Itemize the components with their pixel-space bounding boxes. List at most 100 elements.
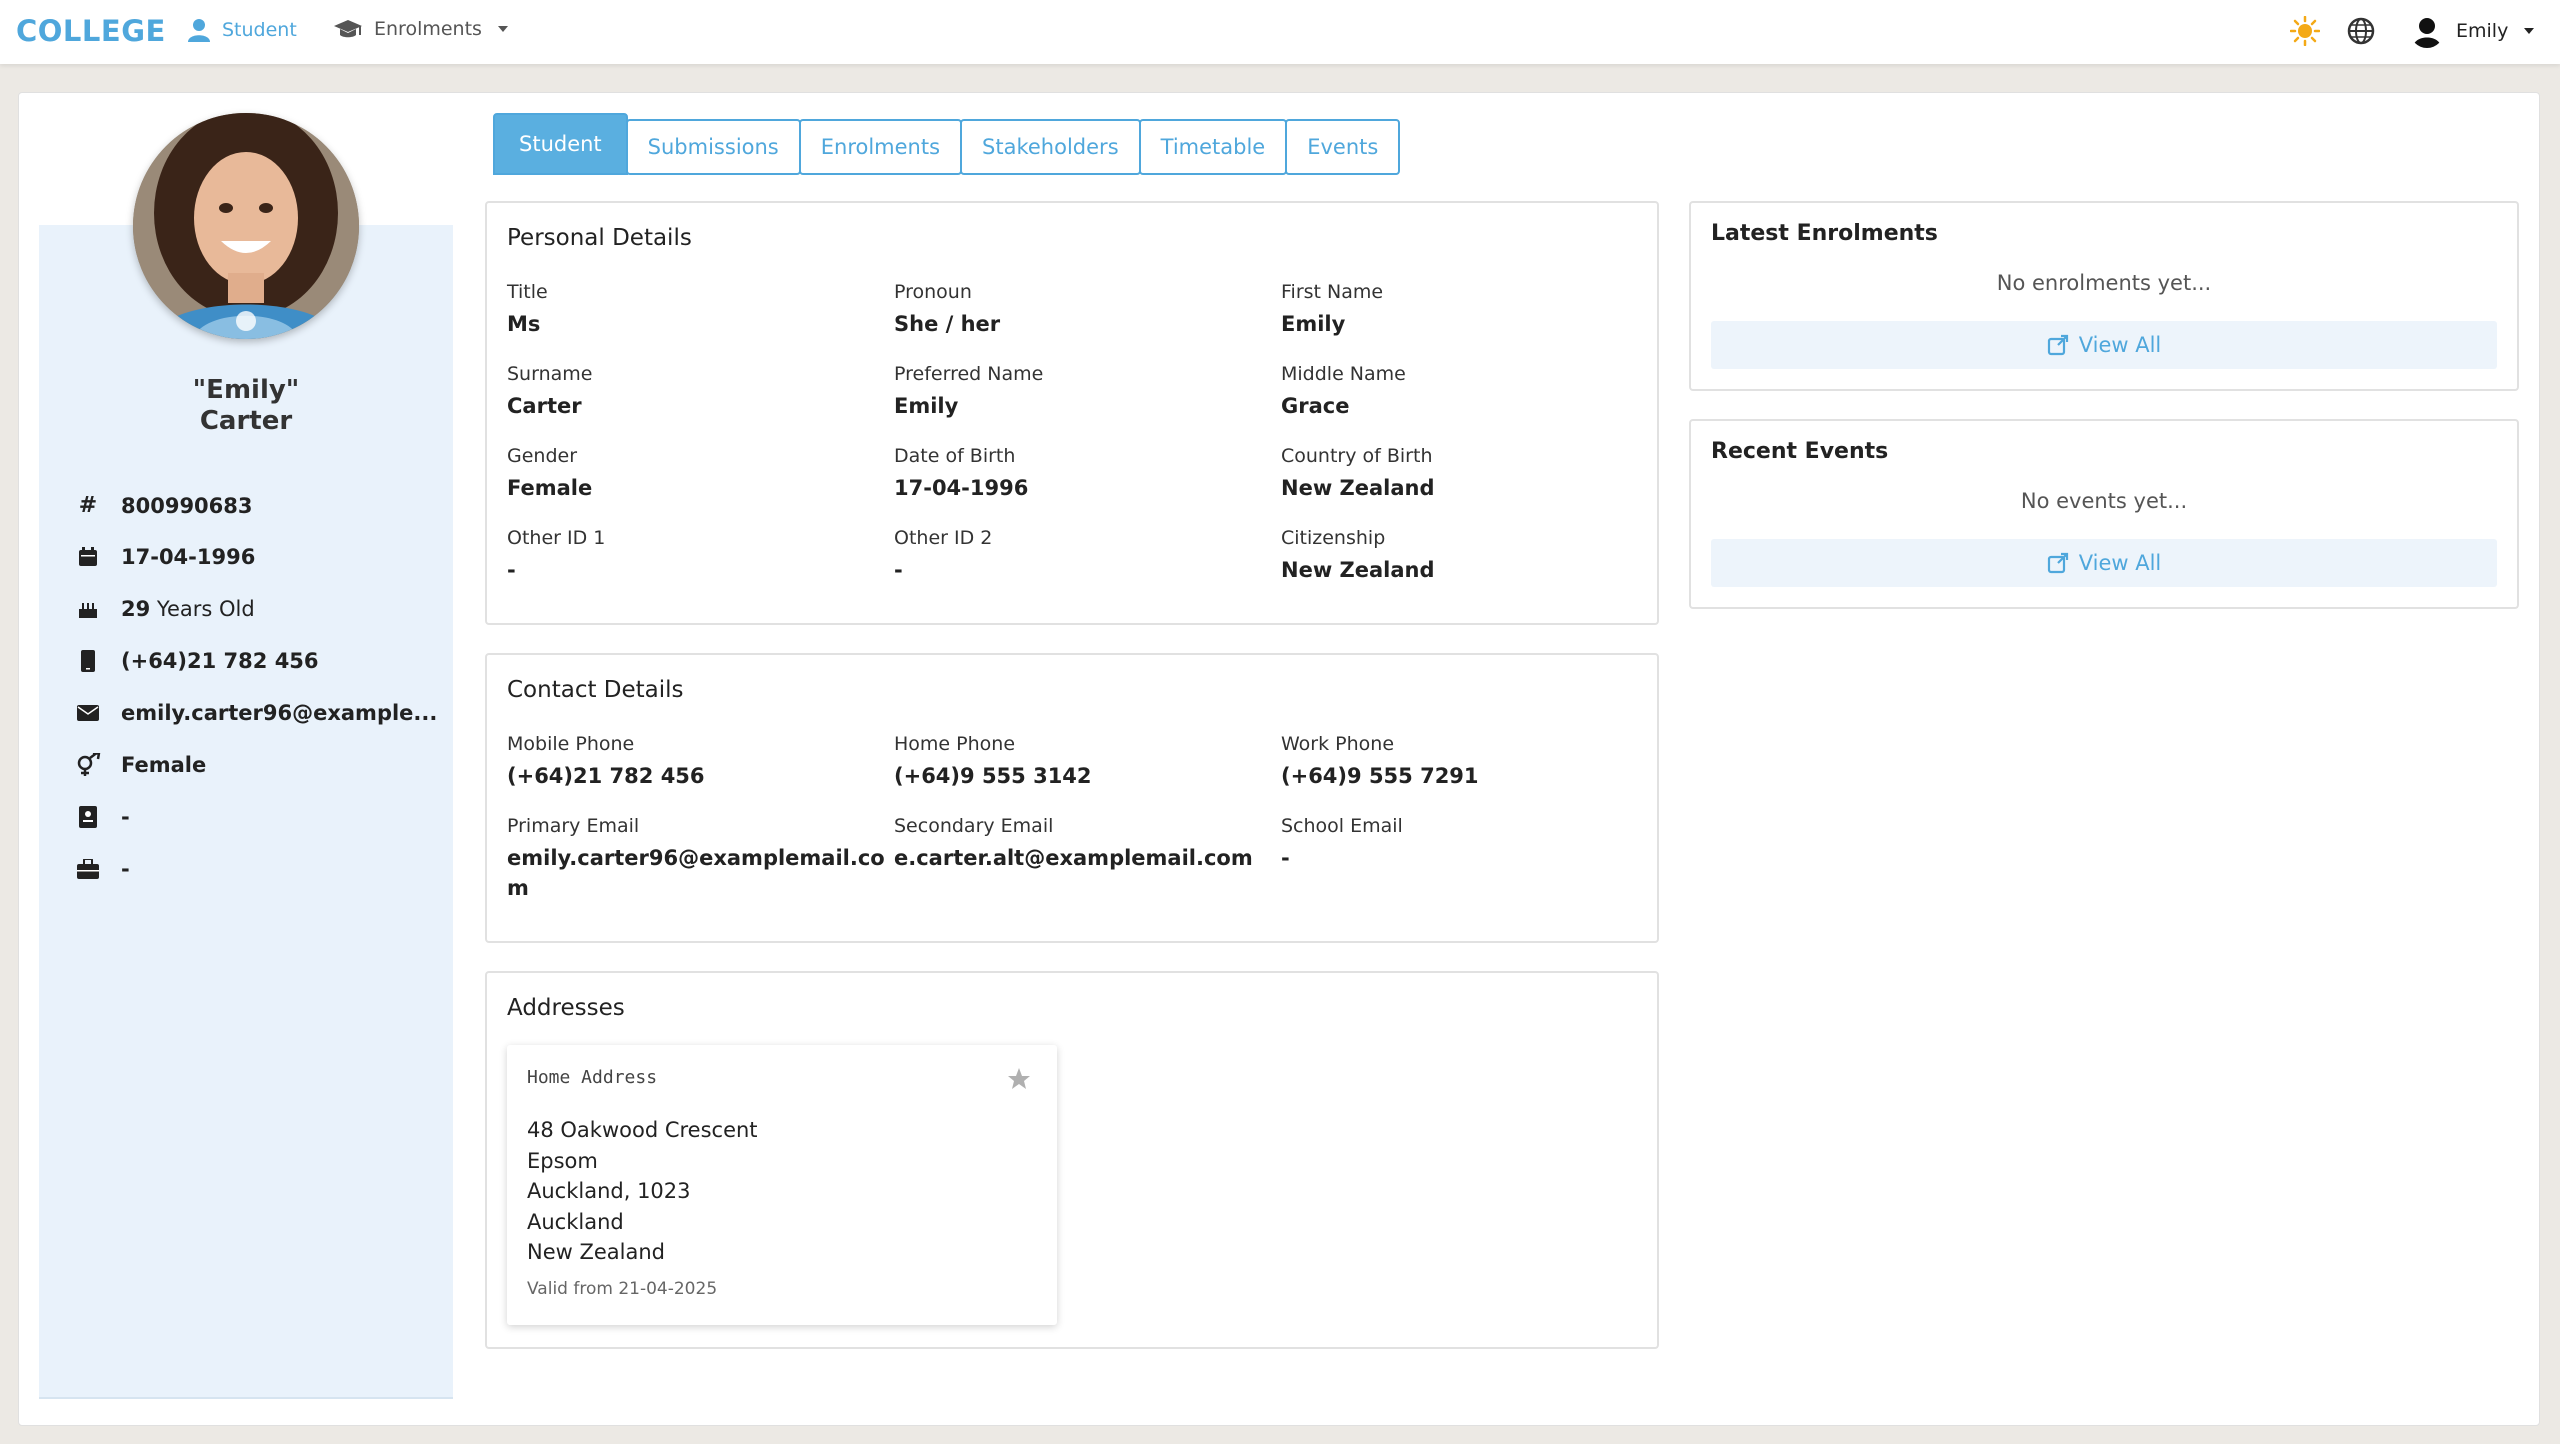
personal-field-value: She / her (894, 312, 1001, 336)
briefcase-icon (75, 859, 101, 879)
gender-icon (75, 753, 101, 777)
latest-enrolments-empty: No enrolments yet... (1996, 271, 2212, 295)
personal-field-label: Other ID 1 (507, 527, 606, 549)
address-valid-from: Valid from 21-04-2025 (527, 1279, 718, 1299)
enrolments-view-all-label: View All (2078, 333, 2162, 357)
sun-icon (2289, 15, 2321, 47)
main-content-card: "Emily" Carter # 800990683 17-04-1996 29… (18, 92, 2540, 1426)
contact-field-label: Secondary Email (894, 815, 1054, 837)
external-link-icon (2047, 334, 2068, 356)
top-navbar: COLLEGE Student Enrolments Emily (0, 0, 2560, 64)
personal-details-panel: Personal Details Title Ms Pronoun She / her… (485, 201, 1659, 625)
theme-toggle-button[interactable] (2289, 15, 2321, 50)
events-view-all-button[interactable]: View All (1711, 539, 2497, 587)
personal-field-label: First Name (1281, 281, 1384, 303)
personal-field: Preferred Name Emily (894, 363, 1264, 421)
profile-preferred-name: "Emily" (192, 375, 300, 405)
tab-events[interactable]: Events (1285, 119, 1401, 175)
tab-submissions[interactable]: Submissions (625, 119, 801, 175)
tab-enrolments[interactable]: Enrolments (798, 119, 963, 175)
tab-stakeholders[interactable]: Stakeholders (960, 119, 1141, 175)
recent-events-panel: Recent Events No events yet... View All (1689, 419, 2519, 609)
address-type: Home Address (527, 1067, 658, 1088)
calendar-icon (75, 547, 101, 567)
personal-field-value: Female (507, 476, 593, 500)
contact-field-value: emily.carter96@examplemail.co m (507, 846, 885, 900)
id-card-icon (75, 806, 101, 828)
personal-field-value: Grace (1281, 394, 1350, 418)
personal-field: Title Ms (507, 281, 877, 339)
addresses-title: Addresses (507, 995, 625, 1021)
contact-field-label: Work Phone (1281, 733, 1395, 755)
profile-dob: 17-04-1996 (121, 545, 256, 569)
events-view-all-label: View All (2078, 551, 2162, 575)
personal-field-value: Ms (507, 312, 541, 336)
profile-gender: Female (121, 753, 207, 777)
personal-field: Middle Name Grace (1281, 363, 1651, 421)
contact-field: Secondary Email e.carter.alt@examplemail.… (894, 815, 1264, 873)
profile-other-id-row: - (75, 805, 130, 829)
personal-field: Citizenship New Zealand (1281, 527, 1651, 585)
contact-field: Mobile Phone (+64)21 782 456 (507, 733, 877, 791)
profile-age-number: 29 (121, 597, 151, 621)
tab-timetable[interactable]: Timetable (1138, 119, 1288, 175)
enrolments-view-all-button[interactable]: View All (1711, 321, 2497, 369)
language-button[interactable] (2346, 16, 2376, 50)
personal-field-value: Emily (894, 394, 959, 418)
personal-field-label: Citizenship (1281, 527, 1386, 549)
personal-field-value: - (894, 558, 903, 582)
personal-field-value: 17-04-1996 (894, 476, 1029, 500)
profile-surname: Carter (199, 406, 293, 436)
nav-student-link[interactable]: Student (188, 18, 297, 42)
caret-down-icon (2524, 28, 2535, 34)
personal-field-label: Title (507, 281, 548, 303)
profile-work: - (121, 857, 130, 881)
address-line-4: Auckland (527, 1209, 624, 1234)
personal-field-label: Other ID 2 (894, 527, 993, 549)
profile-phone-row: (+64)21 782 456 (75, 649, 319, 673)
contact-field-label: Mobile Phone (507, 733, 635, 755)
personal-field-label: Country of Birth (1281, 445, 1433, 467)
latest-enrolments-title: Latest Enrolments (1711, 221, 1938, 246)
profile-email[interactable]: emily.carter96@example... (121, 701, 437, 725)
tab-student[interactable]: Student (493, 113, 628, 175)
address-line-2: Epsom (527, 1148, 598, 1173)
home-address-card[interactable]: Home Address 48 Oakwood Crescent Epsom A… (507, 1045, 1057, 1325)
contact-field-value: e.carter.alt@examplemail.com (894, 846, 1253, 870)
personal-field-value: - (507, 558, 516, 582)
nav-enrolments-dropdown[interactable]: Enrolments (334, 18, 508, 40)
personal-field: Pronoun She / her (894, 281, 1264, 339)
profile-other-id: - (121, 805, 130, 829)
contact-field-value: (+64)9 555 7291 (1281, 764, 1479, 788)
latest-enrolments-panel: Latest Enrolments No enrolments yet... V… (1689, 201, 2519, 391)
personal-field: Country of Birth New Zealand (1281, 445, 1651, 503)
profile-email-row[interactable]: emily.carter96@example... (75, 701, 437, 725)
address-line-1: 48 Oakwood Crescent (527, 1118, 758, 1142)
personal-field-value: New Zealand (1281, 558, 1435, 582)
star-icon[interactable] (1007, 1067, 1031, 1095)
profile-phone: (+64)21 782 456 (121, 649, 319, 673)
contact-field-label: Primary Email (507, 815, 640, 837)
contact-field-value: (+64)21 782 456 (507, 764, 705, 788)
user-menu-dropdown[interactable]: Emily (2410, 14, 2535, 48)
profile-id: 800990683 (121, 493, 253, 518)
personal-field-label: Middle Name (1281, 363, 1406, 385)
user-name: Emily (2456, 20, 2509, 42)
envelope-icon (75, 705, 101, 721)
recent-events-empty: No events yet... (2020, 489, 2188, 513)
personal-field: Other ID 1 - (507, 527, 877, 585)
graduation-cap-icon (334, 20, 362, 38)
profile-tabs: Student Submissions Enrolments Stakehold… (493, 113, 1401, 175)
contact-field-label: School Email (1281, 815, 1403, 837)
contact-details-title: Contact Details (507, 677, 684, 703)
recent-events-title: Recent Events (1711, 439, 1889, 464)
personal-field: First Name Emily (1281, 281, 1651, 339)
personal-field-value: Carter (507, 394, 582, 418)
address-lines: 48 Oakwood Crescent Epsom Auckland, 1023… (527, 1115, 758, 1268)
nav-student-label: Student (222, 19, 297, 41)
profile-age-suffix: Years Old (156, 597, 255, 621)
address-line-3: Auckland, 1023 (527, 1179, 691, 1203)
personal-field-label: Date of Birth (894, 445, 1016, 467)
brand-logo[interactable]: COLLEGE (16, 14, 166, 48)
profile-photo[interactable] (133, 113, 359, 339)
